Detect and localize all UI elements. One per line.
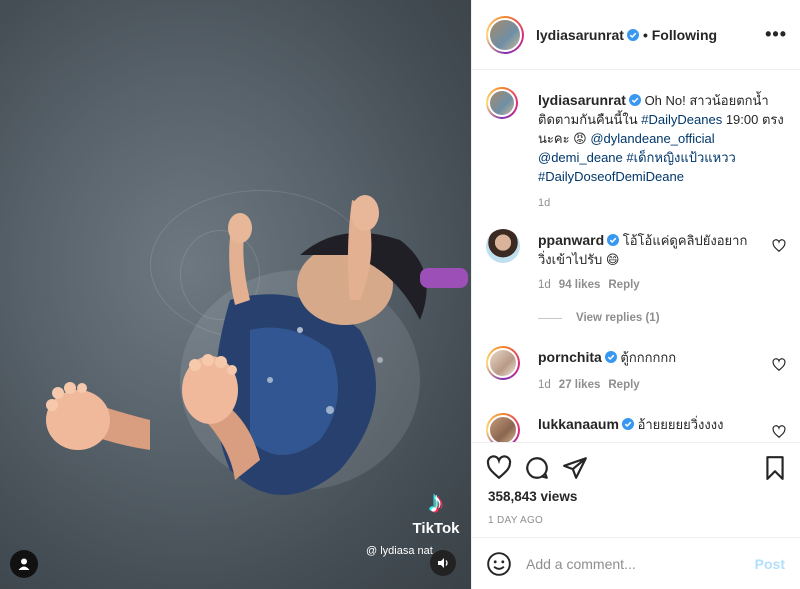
post-video[interactable]: ♪ TikTok @ lydiasa nat [0, 0, 471, 589]
comment-meta: 1d 94 likes Reply [538, 279, 648, 291]
comment-bubble-icon[interactable] [524, 455, 550, 481]
caption-text: lydiasarunrat Oh No! สาวน้อยตกน้ำ ติดตาม… [538, 91, 788, 213]
reply-button[interactable]: Reply [608, 379, 639, 391]
commenter-avatar[interactable] [486, 346, 520, 380]
tiktok-watermark: ♪ TikTok [408, 486, 464, 538]
author-avatar[interactable] [486, 15, 524, 54]
post-comment-button[interactable]: Post [755, 556, 785, 572]
view-replies-label[interactable]: View replies (1) [576, 312, 660, 324]
comment-body: ตู้กกกกกก [620, 350, 677, 365]
like-comment-heart-icon[interactable] [772, 358, 786, 372]
hashtag-link[interactable]: #DailyDeanes [641, 112, 722, 127]
comment-text: ppanward โอ้โอ้แค่ดูคลิปยังอยากวิ่งเข้าไ… [538, 231, 748, 269]
tiktok-wordmark: TikTok [412, 520, 460, 537]
verified-badge-icon [626, 28, 639, 41]
child-in-water-illustration [46, 195, 468, 495]
speaker-icon [438, 558, 448, 568]
hashtag-link[interactable]: #DailyDoseofDemiDeane [538, 169, 684, 184]
view-replies-button[interactable]: View replies (1) [538, 312, 660, 324]
commenter-username[interactable]: lukkanaaum [538, 416, 619, 432]
author-username[interactable]: lydiasarunrat [536, 27, 624, 43]
comments-list[interactable]: lydiasarunrat Oh No! สาวน้อยตกน้ำ ติดตาม… [472, 71, 800, 442]
commenter-username[interactable]: ppanward [538, 232, 604, 248]
hashtag-link[interactable]: #เด็กหญิงแป้วแหวว [626, 150, 735, 165]
tagged-user-button[interactable] [10, 550, 38, 578]
comment-time: 1d [538, 279, 551, 291]
mention-link[interactable]: @demi_deane [538, 150, 623, 165]
commenter-avatar[interactable] [486, 229, 520, 263]
verified-badge-icon [607, 234, 620, 246]
like-heart-icon[interactable] [486, 455, 512, 481]
commenter-avatar[interactable] [486, 413, 520, 442]
post-sidebar: lydiasarunrat • Following ••• lydiasarun… [471, 0, 800, 589]
caption-timestamp: 1d [538, 197, 551, 209]
reply-button[interactable]: Reply [608, 279, 639, 291]
like-comment-heart-icon[interactable] [772, 239, 786, 253]
sound-toggle-button[interactable] [430, 550, 456, 576]
following-button[interactable]: • Following [643, 27, 717, 43]
verified-badge-icon [628, 94, 641, 106]
post-actions: 358,843 views 1 DAY AGO [472, 442, 800, 537]
like-comment-heart-icon[interactable] [772, 425, 786, 439]
view-count[interactable]: 358,843 views [488, 489, 577, 504]
emoji-smiley-icon[interactable] [486, 551, 512, 577]
replies-divider [538, 317, 562, 319]
caption-avatar[interactable] [486, 87, 518, 119]
comment-likes[interactable]: 27 likes [559, 379, 601, 391]
comment-meta: 1d 27 likes Reply [538, 379, 648, 391]
mention-link[interactable]: @dylandeane_official [590, 131, 714, 146]
verified-badge-icon [604, 351, 617, 363]
post-date: 1 DAY AGO [488, 515, 544, 526]
save-bookmark-icon[interactable] [762, 455, 788, 481]
comment-text: pornchita ตู้กกกกกก [538, 348, 748, 367]
caption-username[interactable]: lydiasarunrat [538, 92, 626, 108]
comment-text: lukkanaaum อ้ายยยยยวิ่งงงง [538, 415, 748, 434]
user-icon [18, 558, 30, 570]
instagram-post-modal: ♪ TikTok @ lydiasa nat lydiasarunrat • F… [0, 0, 800, 589]
verified-badge-icon [621, 418, 634, 430]
tiktok-handle: @ lydiasa nat [366, 545, 433, 557]
commenter-username[interactable]: pornchita [538, 349, 602, 365]
add-comment-bar: Post [472, 537, 800, 589]
comment-time: 1d [538, 379, 551, 391]
comment-input[interactable] [526, 555, 746, 572]
tiktok-note-icon: ♪ [428, 486, 444, 519]
share-paper-plane-icon[interactable] [562, 455, 588, 481]
more-options-icon[interactable]: ••• [765, 24, 787, 45]
comment-body: อ้ายยยยยวิ่งงงง [637, 417, 724, 432]
comment-likes[interactable]: 94 likes [559, 279, 601, 291]
post-header: lydiasarunrat • Following ••• [472, 0, 800, 70]
